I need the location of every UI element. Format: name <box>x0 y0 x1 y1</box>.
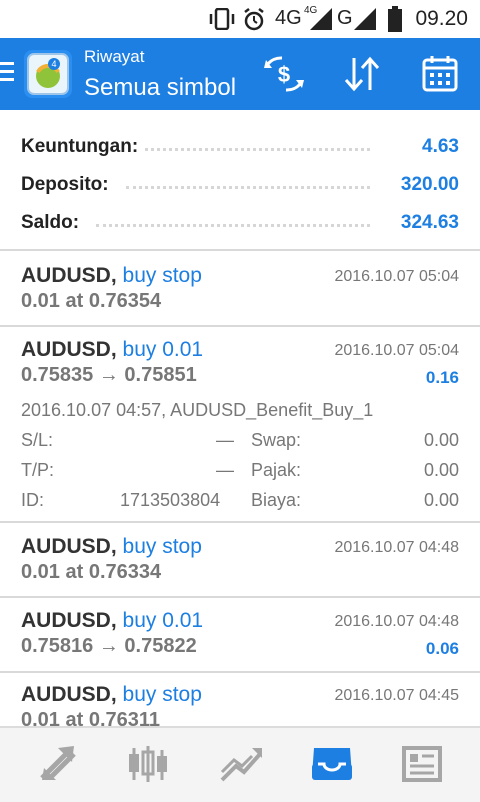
order-type: buy stop <box>122 683 202 706</box>
app-bar: 4 Riwayat Semua simbol $ <box>0 38 480 110</box>
menu-icon[interactable] <box>0 62 16 86</box>
tp-label: T/P: <box>21 460 55 480</box>
status-bar: 4G 4G G 09.20 <box>0 0 480 38</box>
order-date: 2016.10.07 05:04 <box>334 342 459 359</box>
order-type: buy stop <box>122 264 202 287</box>
order-price: 0.01 at 0.76311 <box>21 709 161 726</box>
order-comment: 2016.10.07 04:57, AUDUSD_Benefit_Buy_1 <box>21 400 374 420</box>
quotes-icon[interactable] <box>28 736 88 792</box>
account-summary: Keuntungan: 4.63 Deposito: 320.00 Saldo:… <box>0 110 480 250</box>
summary-row-balance: Saldo: 324.63 <box>0 206 480 242</box>
signal2-icon <box>354 8 376 30</box>
clock: 09.20 <box>415 7 468 30</box>
symbol: AUDUSD, <box>21 535 117 558</box>
summary-row-profit: Keuntungan: 4.63 <box>0 130 480 166</box>
history-item[interactable]: AUDUSD, buy stop 2016.10.07 04:45 0.01 a… <box>0 683 480 726</box>
summary-value: 4.63 <box>416 136 459 158</box>
sl-label: S/L: <box>21 430 54 450</box>
symbol: AUDUSD, <box>21 264 117 287</box>
calendar-icon[interactable] <box>420 54 464 94</box>
order-type: buy 0.01 <box>122 338 204 361</box>
symbol: AUDUSD, <box>21 609 117 632</box>
order-date: 2016.10.07 04:48 <box>334 613 459 630</box>
svg-text:$: $ <box>278 62 290 87</box>
sl-value: — <box>216 430 234 450</box>
order-price: 0.75816 → 0.75822 <box>21 635 197 657</box>
order-date: 2016.10.07 04:48 <box>334 539 459 556</box>
app-bar-title[interactable]: Semua simbol <box>84 74 236 102</box>
order-date: 2016.10.07 04:45 <box>334 687 459 704</box>
history-icon[interactable] <box>302 736 362 792</box>
divider <box>0 671 480 673</box>
news-icon[interactable] <box>392 736 452 792</box>
network2-label: G <box>337 7 353 29</box>
summary-value: 320.00 <box>394 174 459 196</box>
order-price: 0.01 at 0.76354 <box>21 290 162 312</box>
chart-icon[interactable] <box>118 736 178 792</box>
summary-label: Keuntungan: <box>21 136 145 158</box>
app-logo-icon: 4 <box>24 50 72 98</box>
summary-row-deposit: Deposito: 320.00 <box>0 168 480 204</box>
order-date: 2016.10.07 05:04 <box>334 268 459 285</box>
order-price: 0.75835 → 0.75851 <box>21 364 197 386</box>
bottom-nav <box>0 726 480 802</box>
id-label: ID: <box>21 490 45 510</box>
summary-label: Saldo: <box>21 212 86 234</box>
order-profit: 0.06 <box>425 639 459 658</box>
order-profit: 0.16 <box>425 368 459 387</box>
history-item[interactable]: AUDUSD, buy stop 2016.10.07 04:48 0.01 a… <box>0 535 480 591</box>
app-bar-subtitle: Riwayat <box>84 47 145 66</box>
summary-value: 324.63 <box>394 212 459 234</box>
order-type: buy 0.01 <box>122 609 204 632</box>
order-type: buy stop <box>122 535 202 558</box>
id-value: 1713503804 <box>120 490 221 510</box>
signal-icon <box>310 8 332 30</box>
order-price: 0.01 at 0.76334 <box>21 561 162 583</box>
symbol: AUDUSD, <box>21 683 117 706</box>
divider <box>0 521 480 523</box>
exchange-dollar-icon[interactable]: $ <box>262 54 306 94</box>
battery-icon <box>388 6 402 32</box>
tax-value: 0.00 <box>423 460 459 480</box>
swap-label: Swap: <box>251 430 302 450</box>
fee-value: 0.00 <box>423 490 459 510</box>
network-type-label: 4G <box>275 7 302 29</box>
symbol: AUDUSD, <box>21 338 117 361</box>
vibrate-icon <box>209 8 235 30</box>
swap-value: 0.00 <box>423 430 459 450</box>
divider <box>0 596 480 598</box>
sort-icon[interactable] <box>340 54 384 94</box>
trade-icon[interactable] <box>212 736 272 792</box>
history-item[interactable]: AUDUSD, buy stop 2016.10.07 05:04 0.01 a… <box>0 264 480 324</box>
history-item[interactable]: AUDUSD, buy 0.01 2016.10.07 04:48 0.7581… <box>0 609 480 667</box>
fee-label: Biaya: <box>251 490 302 510</box>
divider <box>0 249 480 251</box>
history-item-expanded[interactable]: AUDUSD, buy 0.01 2016.10.07 05:04 0.7583… <box>0 338 480 520</box>
alarm-icon <box>244 8 264 31</box>
tp-value: — <box>216 460 234 480</box>
svg-text:4: 4 <box>51 59 56 69</box>
divider <box>0 325 480 327</box>
summary-label: Deposito: <box>21 174 115 196</box>
tax-label: Pajak: <box>251 460 302 480</box>
